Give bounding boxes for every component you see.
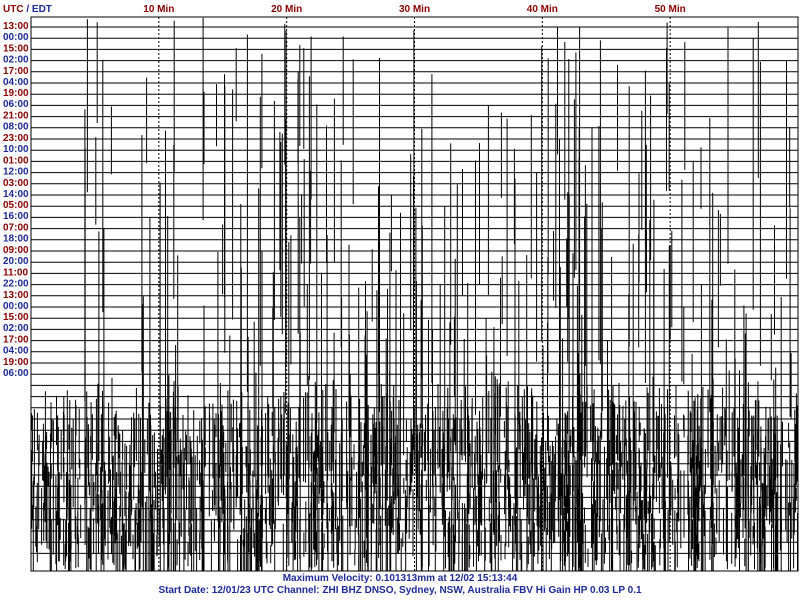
start-date-caption: Start Date: 12/01/23 UTC Channel: ZHI BH… <box>158 585 642 596</box>
row-label-local: 02:00 <box>3 54 29 65</box>
row-label-local: 22:00 <box>3 278 29 289</box>
row-label-local: 16:00 <box>3 211 29 222</box>
row-label-utc: 03:00 <box>3 178 29 189</box>
row-label-utc: 09:00 <box>3 245 29 256</box>
row-label-utc: 15:00 <box>3 312 29 323</box>
x-tick-label: 30 Min <box>399 4 430 15</box>
row-label-local: 20:00 <box>3 256 29 267</box>
row-label-local: 04:00 <box>3 77 29 88</box>
row-label-utc: 01:00 <box>3 155 29 166</box>
timezone-header: UTC / EDT <box>3 4 52 15</box>
timezone-separator: / <box>24 4 32 15</box>
row-label-local: 06:00 <box>3 368 29 379</box>
row-label-local: 18:00 <box>3 234 29 245</box>
x-tick-label: 10 Min <box>143 4 174 15</box>
row-label-utc: 19:00 <box>3 357 29 368</box>
row-label-local: 00:00 <box>3 32 29 43</box>
row-label-local: 10:00 <box>3 144 29 155</box>
row-label-local: 04:00 <box>3 346 29 357</box>
row-label-utc: 21:00 <box>3 111 29 122</box>
x-axis-ticks: 10 Min 20 Min 30 Min 40 Min 50 Min <box>143 4 685 15</box>
row-label-utc: 15:00 <box>3 43 29 54</box>
timezone-label-local: EDT <box>32 4 52 15</box>
row-time-labels: 13:0000:0015:0002:0017:0004:0019:0006:00… <box>3 21 29 379</box>
row-label-local: 00:00 <box>3 301 29 312</box>
x-tick-label: 40 Min <box>527 4 558 15</box>
row-label-local: 14:00 <box>3 189 29 200</box>
row-label-utc: 23:00 <box>3 133 29 144</box>
row-label-utc: 17:00 <box>3 335 29 346</box>
row-label-local: 02:00 <box>3 323 29 334</box>
row-label-utc: 17:00 <box>3 66 29 77</box>
row-label-utc: 07:00 <box>3 223 29 234</box>
row-label-utc: 19:00 <box>3 88 29 99</box>
timezone-label-utc: UTC <box>3 4 24 15</box>
row-label-utc: 13:00 <box>3 290 29 301</box>
x-tick-label: 20 Min <box>271 4 302 15</box>
x-tick-label: 50 Min <box>655 4 686 15</box>
row-label-local: 08:00 <box>3 122 29 133</box>
max-velocity-caption: Maximum Velocity: 0.101313mm at 12/02 15… <box>282 573 518 584</box>
row-label-utc: 11:00 <box>3 267 28 278</box>
row-label-local: 06:00 <box>3 99 29 110</box>
row-label-utc: 13:00 <box>3 21 29 32</box>
row-label-local: 12:00 <box>3 166 29 177</box>
helicorder-plot: 13:0000:0015:0002:0017:0004:0019:0006:00… <box>3 4 799 572</box>
row-label-utc: 05:00 <box>3 200 29 211</box>
